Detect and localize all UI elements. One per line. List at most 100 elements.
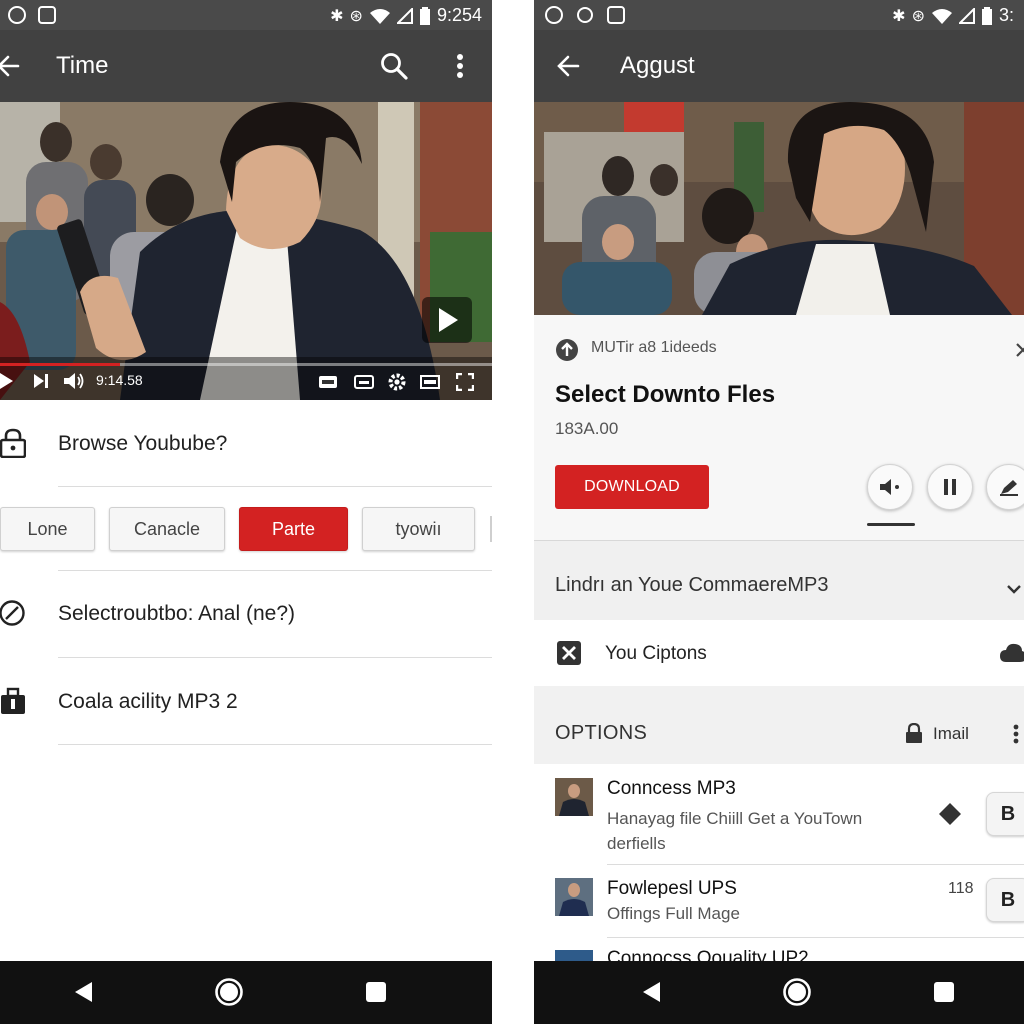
button-label: Lone (27, 518, 68, 539)
screenshot-page: ✱ ⊛ 9:254 Time 9:14.58 Browse Youbube? L… (0, 0, 1024, 1024)
edit-button[interactable] (986, 464, 1024, 510)
fullscreen-icon[interactable] (456, 373, 474, 391)
recents-nav-icon[interactable] (365, 981, 387, 1003)
home-nav-icon[interactable] (214, 977, 244, 1007)
lock-icon (0, 428, 26, 458)
volume-button[interactable] (867, 464, 913, 510)
dropdown-label: Lindrı an Youe CommaereMP3 (555, 574, 829, 596)
sheet-caption: MUTir a8 1ideeds (591, 339, 717, 356)
upload-icon (556, 339, 578, 361)
button-label: Parte (271, 518, 316, 539)
back-arrow-icon[interactable] (554, 52, 582, 80)
list-item[interactable]: Fowlepesl UPS Offings Full Mage 118 B (534, 865, 1024, 937)
list-item-label: Coala acility MP3 2 (58, 690, 238, 713)
close-icon[interactable] (1016, 343, 1024, 357)
cancel-button[interactable]: Canacle (109, 507, 225, 551)
app-bar: Aggust (534, 30, 1024, 102)
settings-icon[interactable] (387, 372, 407, 392)
item-title: Fowlepesl UPS (607, 878, 737, 899)
options-title: OPTIONS (555, 722, 648, 744)
divider (534, 540, 1024, 541)
video-timecode: 9:14.58 (96, 372, 143, 388)
page-title: Time (56, 52, 109, 79)
briefcase-icon (1, 687, 25, 714)
right-phone-screen: ✱ ⊛ 3: Aggust MUTir a8 1ideeds Select Do… (534, 0, 1024, 1024)
recents-nav-icon[interactable] (933, 981, 955, 1003)
home-nav-icon[interactable] (782, 977, 812, 1007)
captions-icon[interactable] (318, 375, 338, 389)
lone-button[interactable]: Lone (0, 507, 95, 551)
button-label: B (1000, 888, 1016, 911)
status-time: 9:254 (436, 5, 482, 25)
chevron-down-icon (1007, 585, 1021, 594)
compass-icon (0, 600, 25, 626)
list-item-select[interactable]: Selectroubtbo: Anal (ne?) (0, 592, 492, 640)
system-nav-bar (0, 961, 492, 1024)
search-icon[interactable] (379, 51, 409, 81)
sync-icon: ⊛ (349, 7, 363, 25)
signal-icon (396, 7, 413, 24)
more-vert-icon[interactable] (455, 52, 465, 82)
divider (58, 744, 492, 745)
button-label: B (1000, 802, 1016, 825)
paste-button[interactable]: Parte (239, 507, 348, 551)
status-time: 3: (998, 5, 1014, 25)
notification-icon (38, 6, 56, 24)
captions-row[interactable]: You Ciptons (534, 620, 1024, 686)
more-vert-icon[interactable] (1013, 724, 1019, 744)
list-item-coala[interactable]: Coala acility MP3 2 (0, 680, 492, 728)
system-nav-bar (534, 961, 1024, 1024)
back-arrow-icon[interactable] (0, 52, 22, 80)
list-item[interactable]: Connocss Oouality UP2 (534, 938, 1024, 961)
video-thumbnail (555, 778, 593, 816)
divider (58, 657, 492, 658)
captions-label: You Ciptons (605, 643, 707, 664)
tab-indicator (867, 523, 915, 526)
play-icon[interactable] (0, 373, 14, 389)
video-player[interactable] (0, 102, 492, 400)
download-sheet: MUTir a8 1ideeds Select Downto Fles 183A… (534, 315, 1024, 540)
item-action-button[interactable]: B (986, 792, 1024, 836)
tyowi-button[interactable]: tyowiı (362, 507, 475, 551)
subtitles-icon[interactable] (354, 375, 374, 389)
status-bar: ✱ ⊛ 9:254 (0, 0, 492, 30)
back-nav-icon[interactable] (72, 980, 94, 1004)
sheet-title: Select Downto Fles (555, 381, 776, 408)
gutter (492, 0, 534, 1024)
status-bar: ✱ ⊛ 3: (534, 0, 1024, 30)
item-title: Conncess MP3 (607, 778, 736, 799)
x-box-icon (557, 641, 581, 665)
item-action-button[interactable]: B (986, 878, 1024, 922)
sync-icon: ⊛ (911, 7, 925, 25)
video-thumbnail (555, 950, 593, 961)
volume-icon[interactable] (63, 372, 85, 390)
signal-icon (958, 7, 975, 24)
button-label: Canacle (133, 518, 201, 539)
options-email[interactable]: Imail (933, 724, 969, 744)
video-frame (534, 102, 1024, 315)
item-subtitle: Hanayag file Chiill Get a YouTown derfie… (607, 809, 863, 853)
cloud-icon (1000, 643, 1024, 662)
notification-icon (607, 6, 625, 24)
skip-next-icon[interactable] (33, 373, 49, 389)
divider (58, 486, 492, 487)
list-item-label: Browse Youbube? (58, 432, 228, 455)
list-item-browse[interactable]: Browse Youbube? (0, 420, 492, 468)
edit-icon (1000, 480, 1018, 496)
pause-icon (944, 479, 956, 495)
download-button[interactable]: DOWNLOAD (555, 465, 709, 509)
video-thumbnail (555, 878, 593, 916)
item-subtitle: Offings Full Mage (607, 904, 740, 923)
pause-button[interactable] (927, 464, 973, 510)
video-player[interactable] (534, 102, 1024, 315)
divider (58, 570, 492, 571)
button-label: DOWNLOAD (584, 478, 680, 495)
list-item[interactable]: Conncess MP3 Hanayag file Chiill Get a Y… (534, 764, 1024, 864)
back-nav-icon[interactable] (640, 980, 662, 1004)
miniplayer-icon[interactable] (420, 375, 440, 389)
bluetooth-icon: ✱ (892, 7, 906, 25)
format-dropdown[interactable]: Lindrı an Youe CommaereMP3 (534, 540, 1024, 620)
notification-icon (545, 6, 563, 24)
file-size: 183A.00 (555, 419, 619, 438)
left-phone-screen: ✱ ⊛ 9:254 Time 9:14.58 Browse Youbube? L… (0, 0, 492, 1024)
